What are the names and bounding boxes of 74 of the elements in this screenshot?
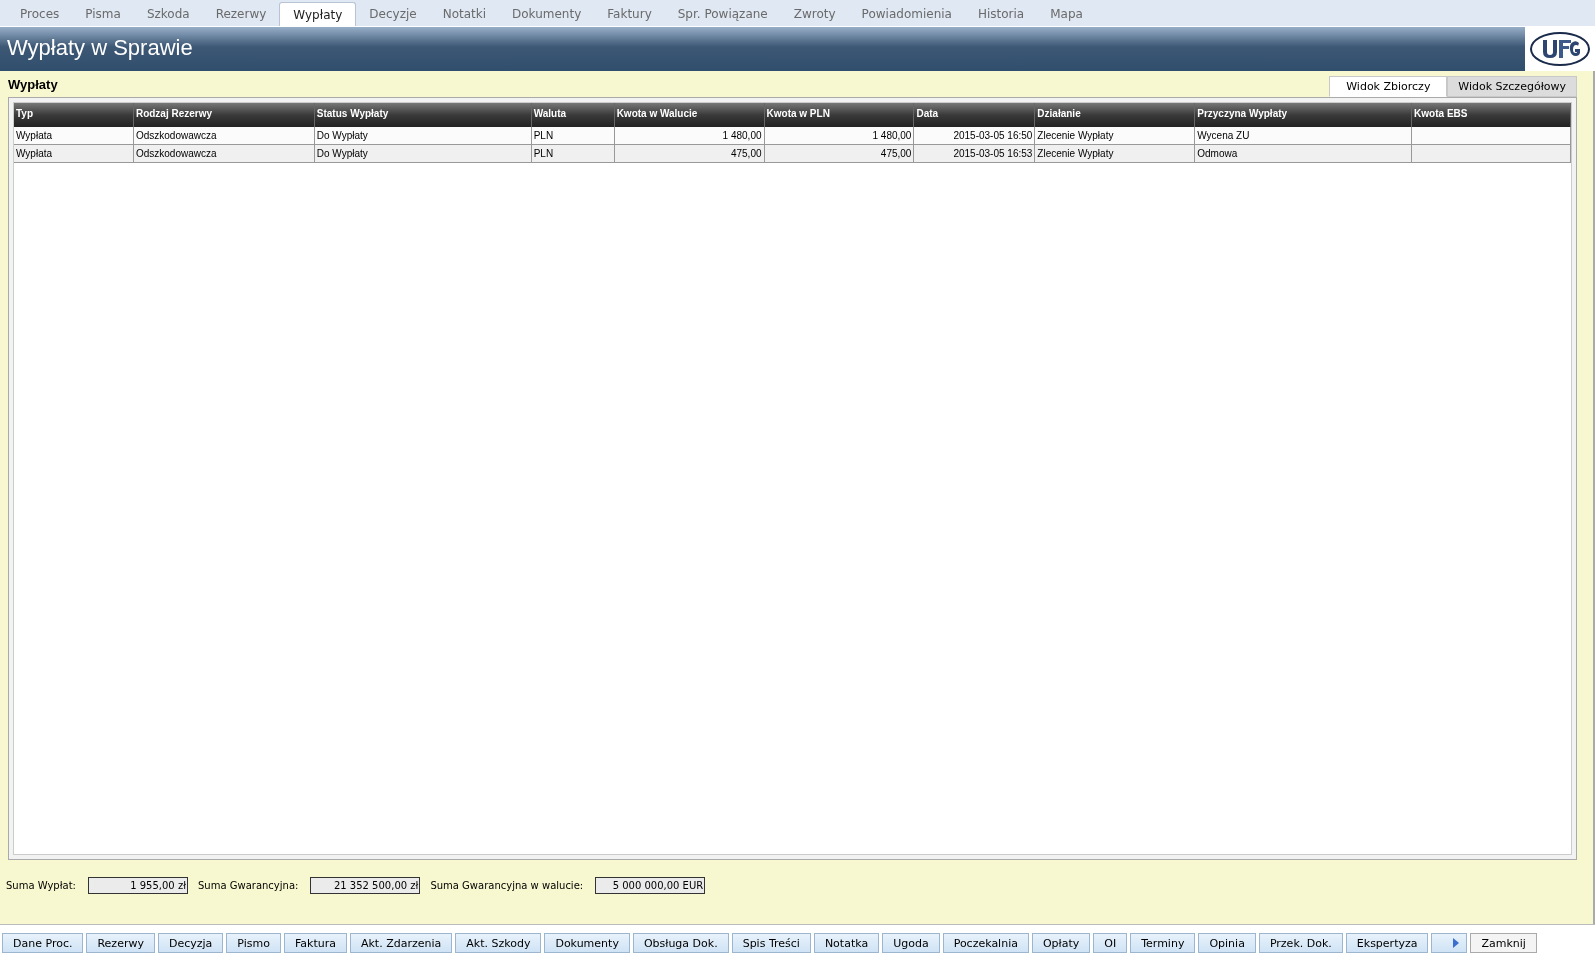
nav-tab[interactable]: Wypłaty bbox=[279, 2, 357, 26]
table-cell: 1 480,00 bbox=[614, 127, 765, 145]
action-button[interactable]: Opinia bbox=[1198, 933, 1256, 953]
table-cell: Odszkodowawcza bbox=[133, 145, 315, 163]
action-button[interactable]: Terminy bbox=[1130, 933, 1196, 953]
action-button[interactable]: Spis Treści bbox=[731, 933, 811, 953]
nav-tab[interactable]: Notatki bbox=[429, 2, 500, 26]
table-cell: Wypłata bbox=[14, 145, 134, 163]
column-header[interactable]: Typ bbox=[14, 103, 134, 127]
nav-tab[interactable]: Spr. Powiązane bbox=[664, 2, 781, 26]
nav-tab[interactable]: Proces bbox=[7, 2, 73, 26]
right-arrow-icon bbox=[1452, 938, 1461, 948]
action-button[interactable]: Rezerwy bbox=[86, 933, 155, 953]
table-cell: PLN bbox=[531, 127, 615, 145]
view-tab[interactable]: Widok Szczegółowy bbox=[1447, 76, 1577, 97]
action-button[interactable]: Dane Proc. bbox=[2, 933, 84, 953]
table-cell: Do Wypłaty bbox=[314, 127, 532, 145]
column-header[interactable]: Data bbox=[914, 103, 1036, 127]
nav-tab[interactable]: Powiadomienia bbox=[848, 2, 965, 26]
action-button[interactable]: Pismo bbox=[226, 933, 281, 953]
column-header[interactable]: Kwota EBS bbox=[1412, 103, 1571, 127]
column-header[interactable]: Kwota w PLN bbox=[764, 103, 915, 127]
action-button[interactable]: Ugoda bbox=[882, 933, 940, 953]
action-button[interactable]: Akt. Zdarzenia bbox=[349, 933, 453, 953]
table-cell: Wypłata bbox=[14, 127, 134, 145]
action-button[interactable]: OI bbox=[1093, 933, 1128, 953]
table-cell: 475,00 bbox=[764, 145, 915, 163]
nav-tab[interactable]: Rezerwy bbox=[202, 2, 280, 26]
action-button[interactable]: Decyzja bbox=[157, 933, 224, 953]
action-button[interactable]: Obsługa Dok. bbox=[632, 933, 729, 953]
table-cell: Do Wypłaty bbox=[314, 145, 532, 163]
table-cell: PLN bbox=[531, 145, 615, 163]
view-tab[interactable]: Widok Zbiorczy bbox=[1329, 76, 1448, 97]
action-button[interactable]: Akt. Szkody bbox=[455, 933, 542, 953]
column-header[interactable]: Kwota w Walucie bbox=[614, 103, 765, 127]
column-header[interactable]: Działanie bbox=[1035, 103, 1196, 127]
table-cell: 2015-03-05 16:53 bbox=[914, 145, 1036, 163]
column-header[interactable]: Rodzaj Rezerwy bbox=[133, 103, 315, 127]
close-button[interactable]: Zamknij bbox=[1470, 933, 1537, 953]
action-button[interactable]: Faktura bbox=[283, 933, 347, 953]
column-header[interactable]: Waluta bbox=[531, 103, 615, 127]
page-title: Wypłaty w Sprawie bbox=[6, 34, 193, 62]
table-cell: 2015-03-05 16:50 bbox=[914, 127, 1036, 145]
panel-title: Wypłaty bbox=[8, 76, 58, 92]
sum-label: Suma Wypłat: bbox=[6, 879, 76, 891]
sum-label: Suma Gwarancyjna: bbox=[198, 879, 299, 891]
action-button[interactable]: Przek. Dok. bbox=[1258, 933, 1343, 953]
action-button[interactable]: Notatka bbox=[813, 933, 880, 953]
action-button[interactable]: Ekspertyza bbox=[1345, 933, 1429, 953]
table-cell: Zlecenie Wypłaty bbox=[1035, 127, 1196, 145]
column-header[interactable]: Przyczyna Wypłaty bbox=[1195, 103, 1413, 127]
table-cell: 475,00 bbox=[614, 145, 765, 163]
action-button[interactable]: Opłaty bbox=[1031, 933, 1091, 953]
nav-tab[interactable]: Mapa bbox=[1037, 2, 1096, 26]
sum-field: 1 955,00 zł bbox=[88, 876, 188, 894]
nav-tab[interactable]: Historia bbox=[964, 2, 1038, 26]
nav-tab[interactable]: Zwroty bbox=[780, 2, 849, 26]
nav-tab[interactable]: Dokumenty bbox=[499, 2, 595, 26]
table-cell: Odszkodowawcza bbox=[133, 127, 315, 145]
nav-tab[interactable]: Pisma bbox=[72, 2, 134, 26]
nav-tab[interactable]: Szkoda bbox=[133, 2, 203, 26]
column-header[interactable]: Status Wypłaty bbox=[314, 103, 532, 127]
nav-tab[interactable]: Faktury bbox=[594, 2, 665, 26]
table-cell: Zlecenie Wypłaty bbox=[1035, 145, 1196, 163]
table-cell: Odmowa bbox=[1195, 145, 1413, 163]
sum-field: 21 352 500,00 zł bbox=[310, 876, 421, 894]
scroll-right-button[interactable] bbox=[1431, 933, 1468, 953]
table-cell: Wycena ZU bbox=[1195, 127, 1413, 145]
action-button[interactable]: Dokumenty bbox=[544, 933, 630, 953]
sum-field: 5 000 000,00 EUR bbox=[595, 876, 706, 894]
table-cell: 1 480,00 bbox=[764, 127, 915, 145]
nav-tab[interactable]: Decyzje bbox=[356, 2, 430, 26]
sum-label: Suma Gwarancyjna w walucie: bbox=[430, 879, 584, 891]
action-button[interactable]: Poczekalnia bbox=[942, 933, 1029, 953]
